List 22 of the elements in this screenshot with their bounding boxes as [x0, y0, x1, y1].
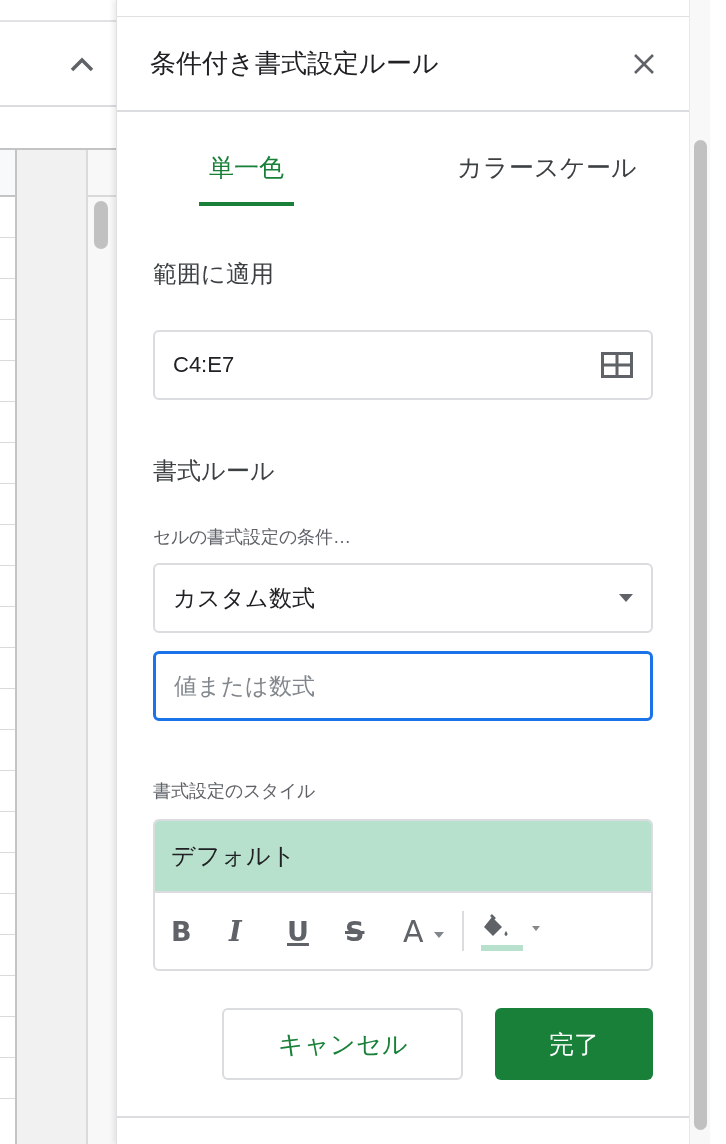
tab[interactable]: 単一色: [199, 126, 294, 206]
formula-field[interactable]: 値または数式: [153, 651, 653, 721]
style-label: 書式設定のスタイル: [153, 780, 316, 803]
panel-title: 条件付き書式設定ルール: [150, 47, 439, 81]
underline-button[interactable]: U: [287, 915, 345, 947]
tab[interactable]: カラースケール: [457, 126, 637, 206]
style-preview: デフォルト: [155, 821, 651, 893]
grid-icon[interactable]: [601, 352, 633, 378]
range-field[interactable]: C4:E7: [153, 330, 653, 400]
dropdown-arrow-icon: [619, 594, 633, 602]
strike-button[interactable]: S: [345, 915, 403, 947]
italic-button[interactable]: I: [229, 915, 287, 947]
cancel-button[interactable]: キャンセル: [222, 1008, 463, 1080]
range-label: 範囲に適用: [153, 259, 275, 289]
condition-dropdown[interactable]: カスタム数式: [153, 563, 653, 633]
chevron-up-icon[interactable]: [70, 55, 94, 72]
condition-label: セルの書式設定の条件…: [153, 526, 352, 549]
done-button[interactable]: 完了: [495, 1008, 653, 1080]
bold-button[interactable]: B: [171, 915, 229, 947]
rules-heading: 書式ルール: [153, 456, 276, 486]
text-color-button[interactable]: A: [403, 913, 444, 949]
close-icon[interactable]: [633, 52, 655, 75]
